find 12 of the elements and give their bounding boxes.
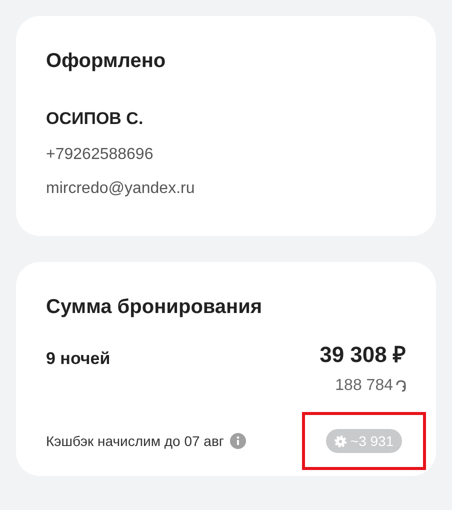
points-amount: 188 784	[335, 376, 393, 396]
email-address: mircredo@yandex.ru	[46, 179, 196, 199]
info-icon[interactable]	[230, 433, 246, 449]
cashback-label: Кэшбэк начислим до 07 авг	[46, 432, 224, 451]
gear-icon	[334, 434, 348, 448]
nights-count: 9 ночей	[46, 348, 110, 370]
total-price: 39 308 ₽	[320, 341, 406, 369]
card-title: Сумма бронирования	[46, 295, 264, 320]
points-icon	[396, 379, 406, 393]
customer-name: ОСИПОВ С.	[46, 108, 144, 130]
card-title: Оформлено	[46, 49, 167, 74]
phone-number: +79262588696	[46, 145, 154, 165]
